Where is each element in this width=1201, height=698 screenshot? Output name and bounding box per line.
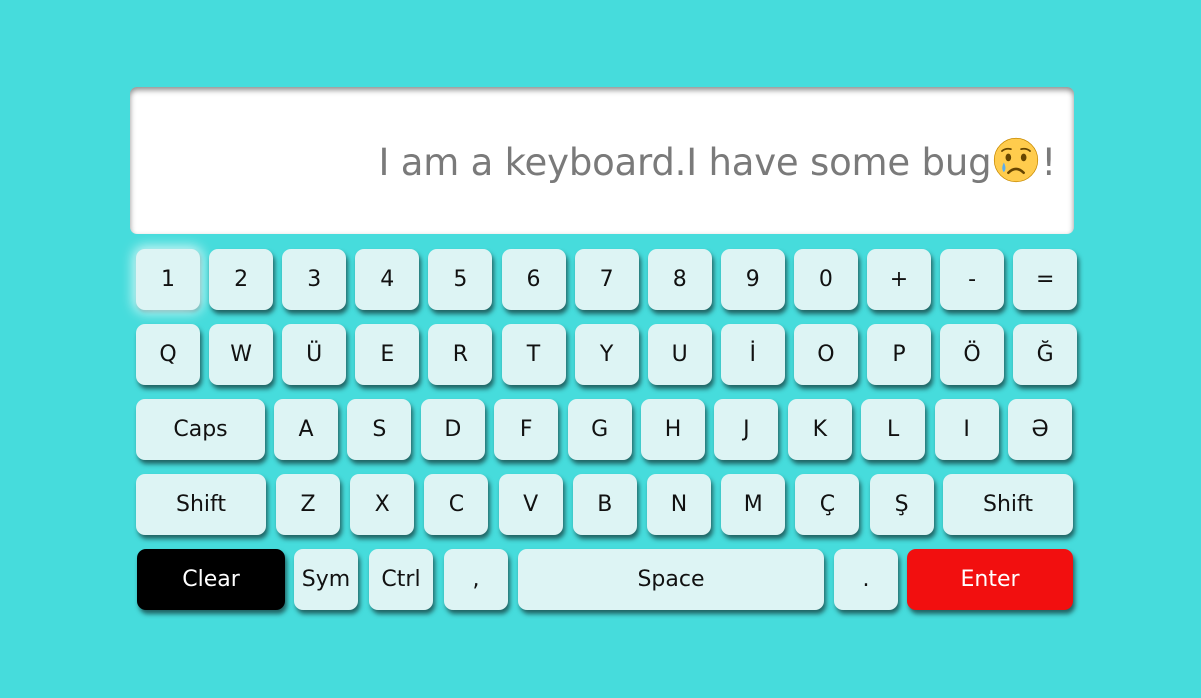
key-z[interactable]: Z: [276, 474, 340, 535]
key-q[interactable]: Q: [136, 324, 200, 385]
key-r[interactable]: R: [428, 324, 493, 385]
key-d[interactable]: D: [420, 399, 485, 460]
key-h[interactable]: H: [641, 399, 705, 460]
key-ü[interactable]: Ü: [282, 324, 347, 385]
key-ö[interactable]: Ö: [940, 324, 1005, 385]
key-ğ[interactable]: Ğ: [1013, 324, 1078, 385]
key-p[interactable]: P: [867, 324, 931, 385]
key-sym[interactable]: Sym: [294, 549, 358, 610]
crying-face-emoji-icon: [994, 137, 1039, 183]
key-ə[interactable]: Ə: [1008, 399, 1072, 460]
display-text: I am a keyboard.I have some bug !: [378, 137, 1056, 184]
key-f[interactable]: F: [494, 399, 559, 460]
key-caps[interactable]: Caps: [136, 399, 265, 460]
key-1[interactable]: 1: [136, 249, 200, 310]
key-enter[interactable]: Enter: [907, 549, 1073, 610]
key-v[interactable]: V: [498, 474, 563, 535]
key-minus[interactable]: -: [940, 249, 1005, 310]
key-k[interactable]: K: [787, 399, 852, 460]
key-6[interactable]: 6: [501, 249, 566, 310]
key-j[interactable]: J: [714, 399, 779, 460]
key-s[interactable]: S: [347, 399, 412, 460]
key-a[interactable]: A: [274, 399, 338, 460]
key-m[interactable]: M: [721, 474, 786, 535]
key-5[interactable]: 5: [428, 249, 493, 310]
key-clear[interactable]: Clear: [137, 549, 285, 610]
key-e[interactable]: E: [355, 324, 420, 385]
key-t[interactable]: T: [501, 324, 566, 385]
key-2[interactable]: 2: [209, 249, 274, 310]
key-i[interactable]: I: [934, 399, 999, 460]
key-x[interactable]: X: [350, 474, 415, 535]
key-equals[interactable]: =: [1013, 249, 1078, 310]
key-ş[interactable]: Ş: [869, 474, 934, 535]
key-0[interactable]: 0: [793, 249, 858, 310]
key-8[interactable]: 8: [647, 249, 712, 310]
key-w[interactable]: W: [209, 324, 274, 385]
text-display: I am a keyboard.I have some bug !: [130, 87, 1074, 234]
key-u[interactable]: U: [647, 324, 712, 385]
display-text-end: !: [1041, 141, 1056, 184]
key-o[interactable]: O: [793, 324, 858, 385]
key-shift-left[interactable]: Shift: [136, 474, 266, 535]
key-space[interactable]: Space: [518, 549, 824, 610]
key-c[interactable]: C: [424, 474, 489, 535]
key-comma[interactable]: ,: [444, 549, 508, 610]
key-n[interactable]: N: [647, 474, 711, 535]
display-text-main: I am a keyboard.I have some bug: [378, 141, 992, 184]
key-shift-right[interactable]: Shift: [943, 474, 1073, 535]
key-ctrl[interactable]: Ctrl: [369, 549, 433, 610]
key-period[interactable]: .: [834, 549, 898, 610]
key-4[interactable]: 4: [355, 249, 420, 310]
key-plus[interactable]: +: [867, 249, 931, 310]
key-7[interactable]: 7: [574, 249, 639, 310]
key-i-[interactable]: İ: [720, 324, 785, 385]
key-ç[interactable]: Ç: [795, 474, 860, 535]
key-l[interactable]: L: [861, 399, 926, 460]
key-g[interactable]: G: [567, 399, 632, 460]
key-3[interactable]: 3: [282, 249, 347, 310]
key-9[interactable]: 9: [720, 249, 785, 310]
key-y[interactable]: Y: [574, 324, 639, 385]
key-b[interactable]: B: [572, 474, 637, 535]
